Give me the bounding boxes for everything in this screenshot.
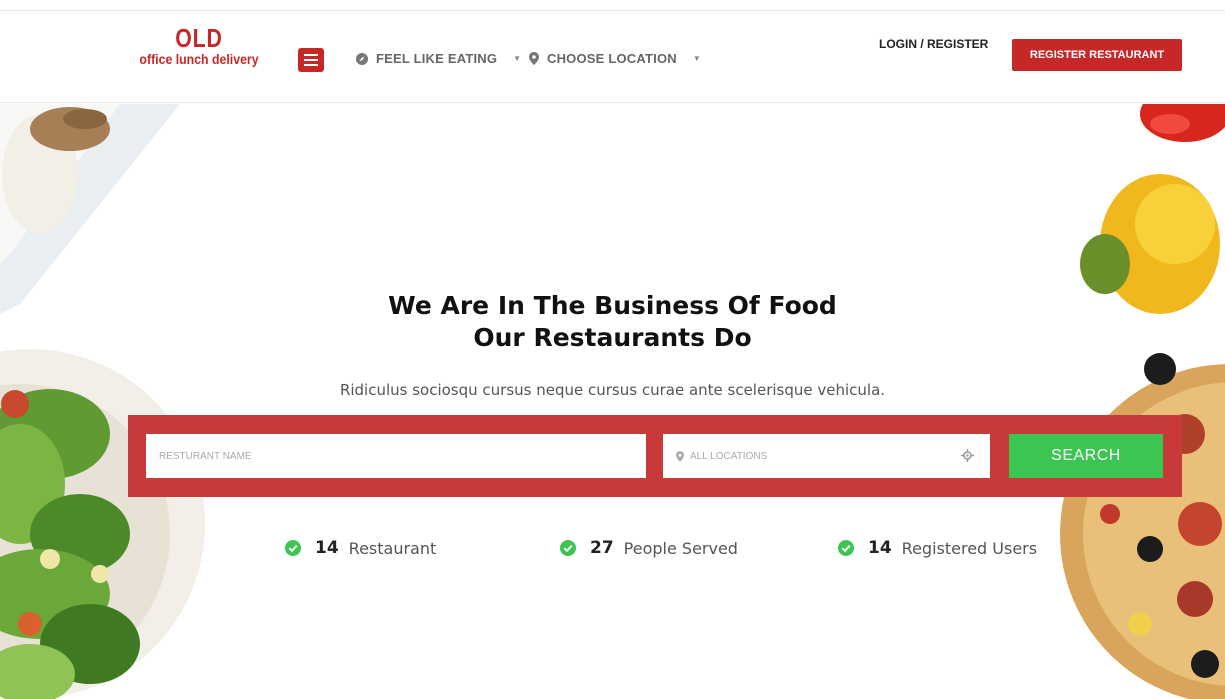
- stat-restaurants: 14 Restaurant: [285, 538, 436, 558]
- check-circle-icon: [285, 540, 301, 556]
- map-pin-icon: [676, 450, 684, 462]
- compass-icon: [356, 52, 368, 65]
- stat-people-served: 27 People Served: [560, 538, 738, 558]
- search-bar: RESTURANT NAME ALL LOCATIONS SEARCH: [128, 415, 1182, 497]
- stat-label: Restaurant: [348, 538, 437, 558]
- chevron-down-icon: ▼: [513, 54, 522, 63]
- nav-choose-location-label: CHOOSE LOCATION: [547, 51, 677, 66]
- map-pin-icon: [529, 52, 539, 65]
- login-register-link[interactable]: LOGIN / REGISTER: [879, 37, 988, 51]
- hero-section: We Are In The Business Of Food Our Resta…: [0, 104, 1225, 699]
- hero-title: We Are In The Business Of Food Our Resta…: [0, 290, 1225, 354]
- site-logo[interactable]: OLD office lunch delivery: [124, 25, 274, 67]
- search-button[interactable]: SEARCH: [1009, 434, 1163, 478]
- stat-value: 27: [590, 538, 614, 558]
- chevron-down-icon: ▼: [692, 54, 701, 63]
- nav-choose-location[interactable]: CHOOSE LOCATION ▼: [529, 51, 701, 66]
- nav-feel-like-eating-label: FEEL LIKE EATING: [376, 51, 498, 66]
- site-header: OLD office lunch delivery FEEL LIKE EATI…: [0, 11, 1225, 103]
- stat-label: People Served: [623, 538, 738, 558]
- stat-value: 14: [868, 538, 892, 558]
- nav-feel-like-eating[interactable]: FEEL LIKE EATING ▼: [356, 51, 521, 66]
- logo-title: OLD: [175, 23, 223, 53]
- menu-icon[interactable]: [298, 48, 324, 72]
- hero-subtitle: Ridiculus sociosqu cursus neque cursus c…: [339, 381, 886, 399]
- location-input[interactable]: ALL LOCATIONS: [663, 434, 990, 478]
- restaurant-name-input[interactable]: RESTURANT NAME: [146, 434, 646, 478]
- stat-registered-users: 14 Registered Users: [838, 538, 1037, 558]
- location-placeholder: ALL LOCATIONS: [690, 450, 768, 462]
- stat-label: Registered Users: [901, 538, 1038, 558]
- hero-title-line-1: We Are In The Business Of Food: [388, 291, 837, 320]
- hero-title-line-2: Our Restaurants Do: [473, 323, 752, 352]
- stat-value: 14: [315, 538, 339, 558]
- check-circle-icon: [838, 540, 854, 556]
- check-circle-icon: [560, 540, 576, 556]
- crosshair-icon[interactable]: [961, 449, 974, 462]
- logo-tagline: office lunch delivery: [139, 51, 259, 67]
- hero-food-background: [0, 104, 1225, 699]
- restaurant-name-placeholder: RESTURANT NAME: [159, 450, 252, 462]
- register-restaurant-button[interactable]: REGISTER RESTAURANT: [1012, 39, 1182, 71]
